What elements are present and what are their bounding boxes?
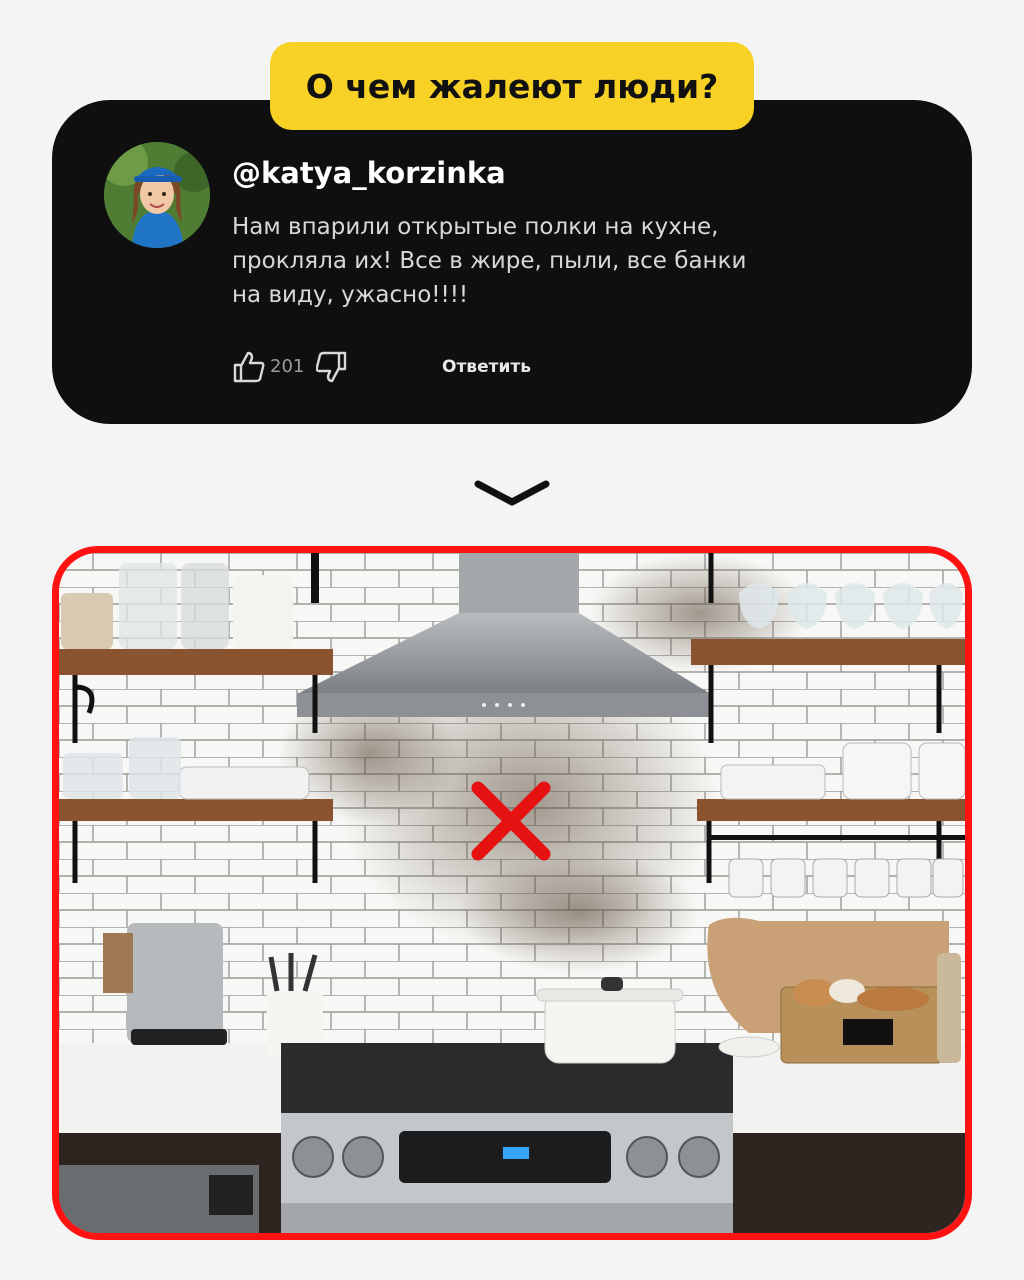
kitchen-photo [52,546,972,1240]
thumbs-down-icon[interactable] [316,350,348,384]
like-count: 201 [270,356,305,377]
red-cross-icon [471,781,551,861]
comment-text: Нам впарили открытые полки на кухне, про… [232,214,747,308]
page-title: О чем жалеют люди? [270,42,754,130]
comment-username[interactable]: @katya_korzinka [232,156,506,190]
comment-actions: 201 Ответить [232,350,552,386]
avatar[interactable] [104,142,210,248]
chevron-down-icon [474,480,550,506]
reply-button[interactable]: Ответить [442,357,531,377]
thumbs-up-icon[interactable] [232,350,266,384]
